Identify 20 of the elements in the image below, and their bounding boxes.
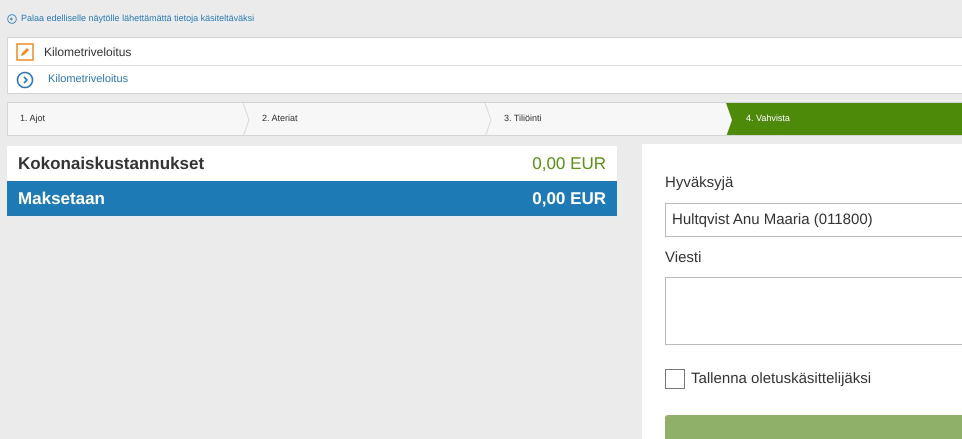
back-link[interactable]: Palaa edelliselle näytölle lähettämättä tietoja käsiteltäväksi [21,12,254,26]
message-label: Viesti [665,248,702,268]
submit-button[interactable] [665,414,962,439]
row-amount: 0,00 EUR [532,152,606,175]
approver-label: Hyväksyjä [665,173,734,193]
step-tab[interactable]: 1. Ajot [8,103,250,135]
chevron-circle-icon[interactable] [16,70,34,88]
row-amount: 0,00 EUR [532,188,606,210]
save-default-label: Tallenna oletuskäsittelijäksi [691,369,872,389]
row-label: Kokonaiskustannukset [18,152,204,175]
row-label: Maksetaan [18,188,105,210]
header-title: Kilometriveloitus [44,44,132,60]
step-tab[interactable]: 3. Tiliöinti [492,103,734,135]
subtitle-link[interactable]: Kilometriveloitus [48,71,128,88]
save-default-checkbox[interactable] [665,369,685,390]
chevron-divider-icon [726,103,734,135]
message-field[interactable] [665,277,962,345]
pencil-icon [16,42,34,60]
approver-field[interactable]: Hultqvist Anu Maaria (011800) [665,202,962,236]
step-tab[interactable]: 2. Ateriat [250,103,492,135]
